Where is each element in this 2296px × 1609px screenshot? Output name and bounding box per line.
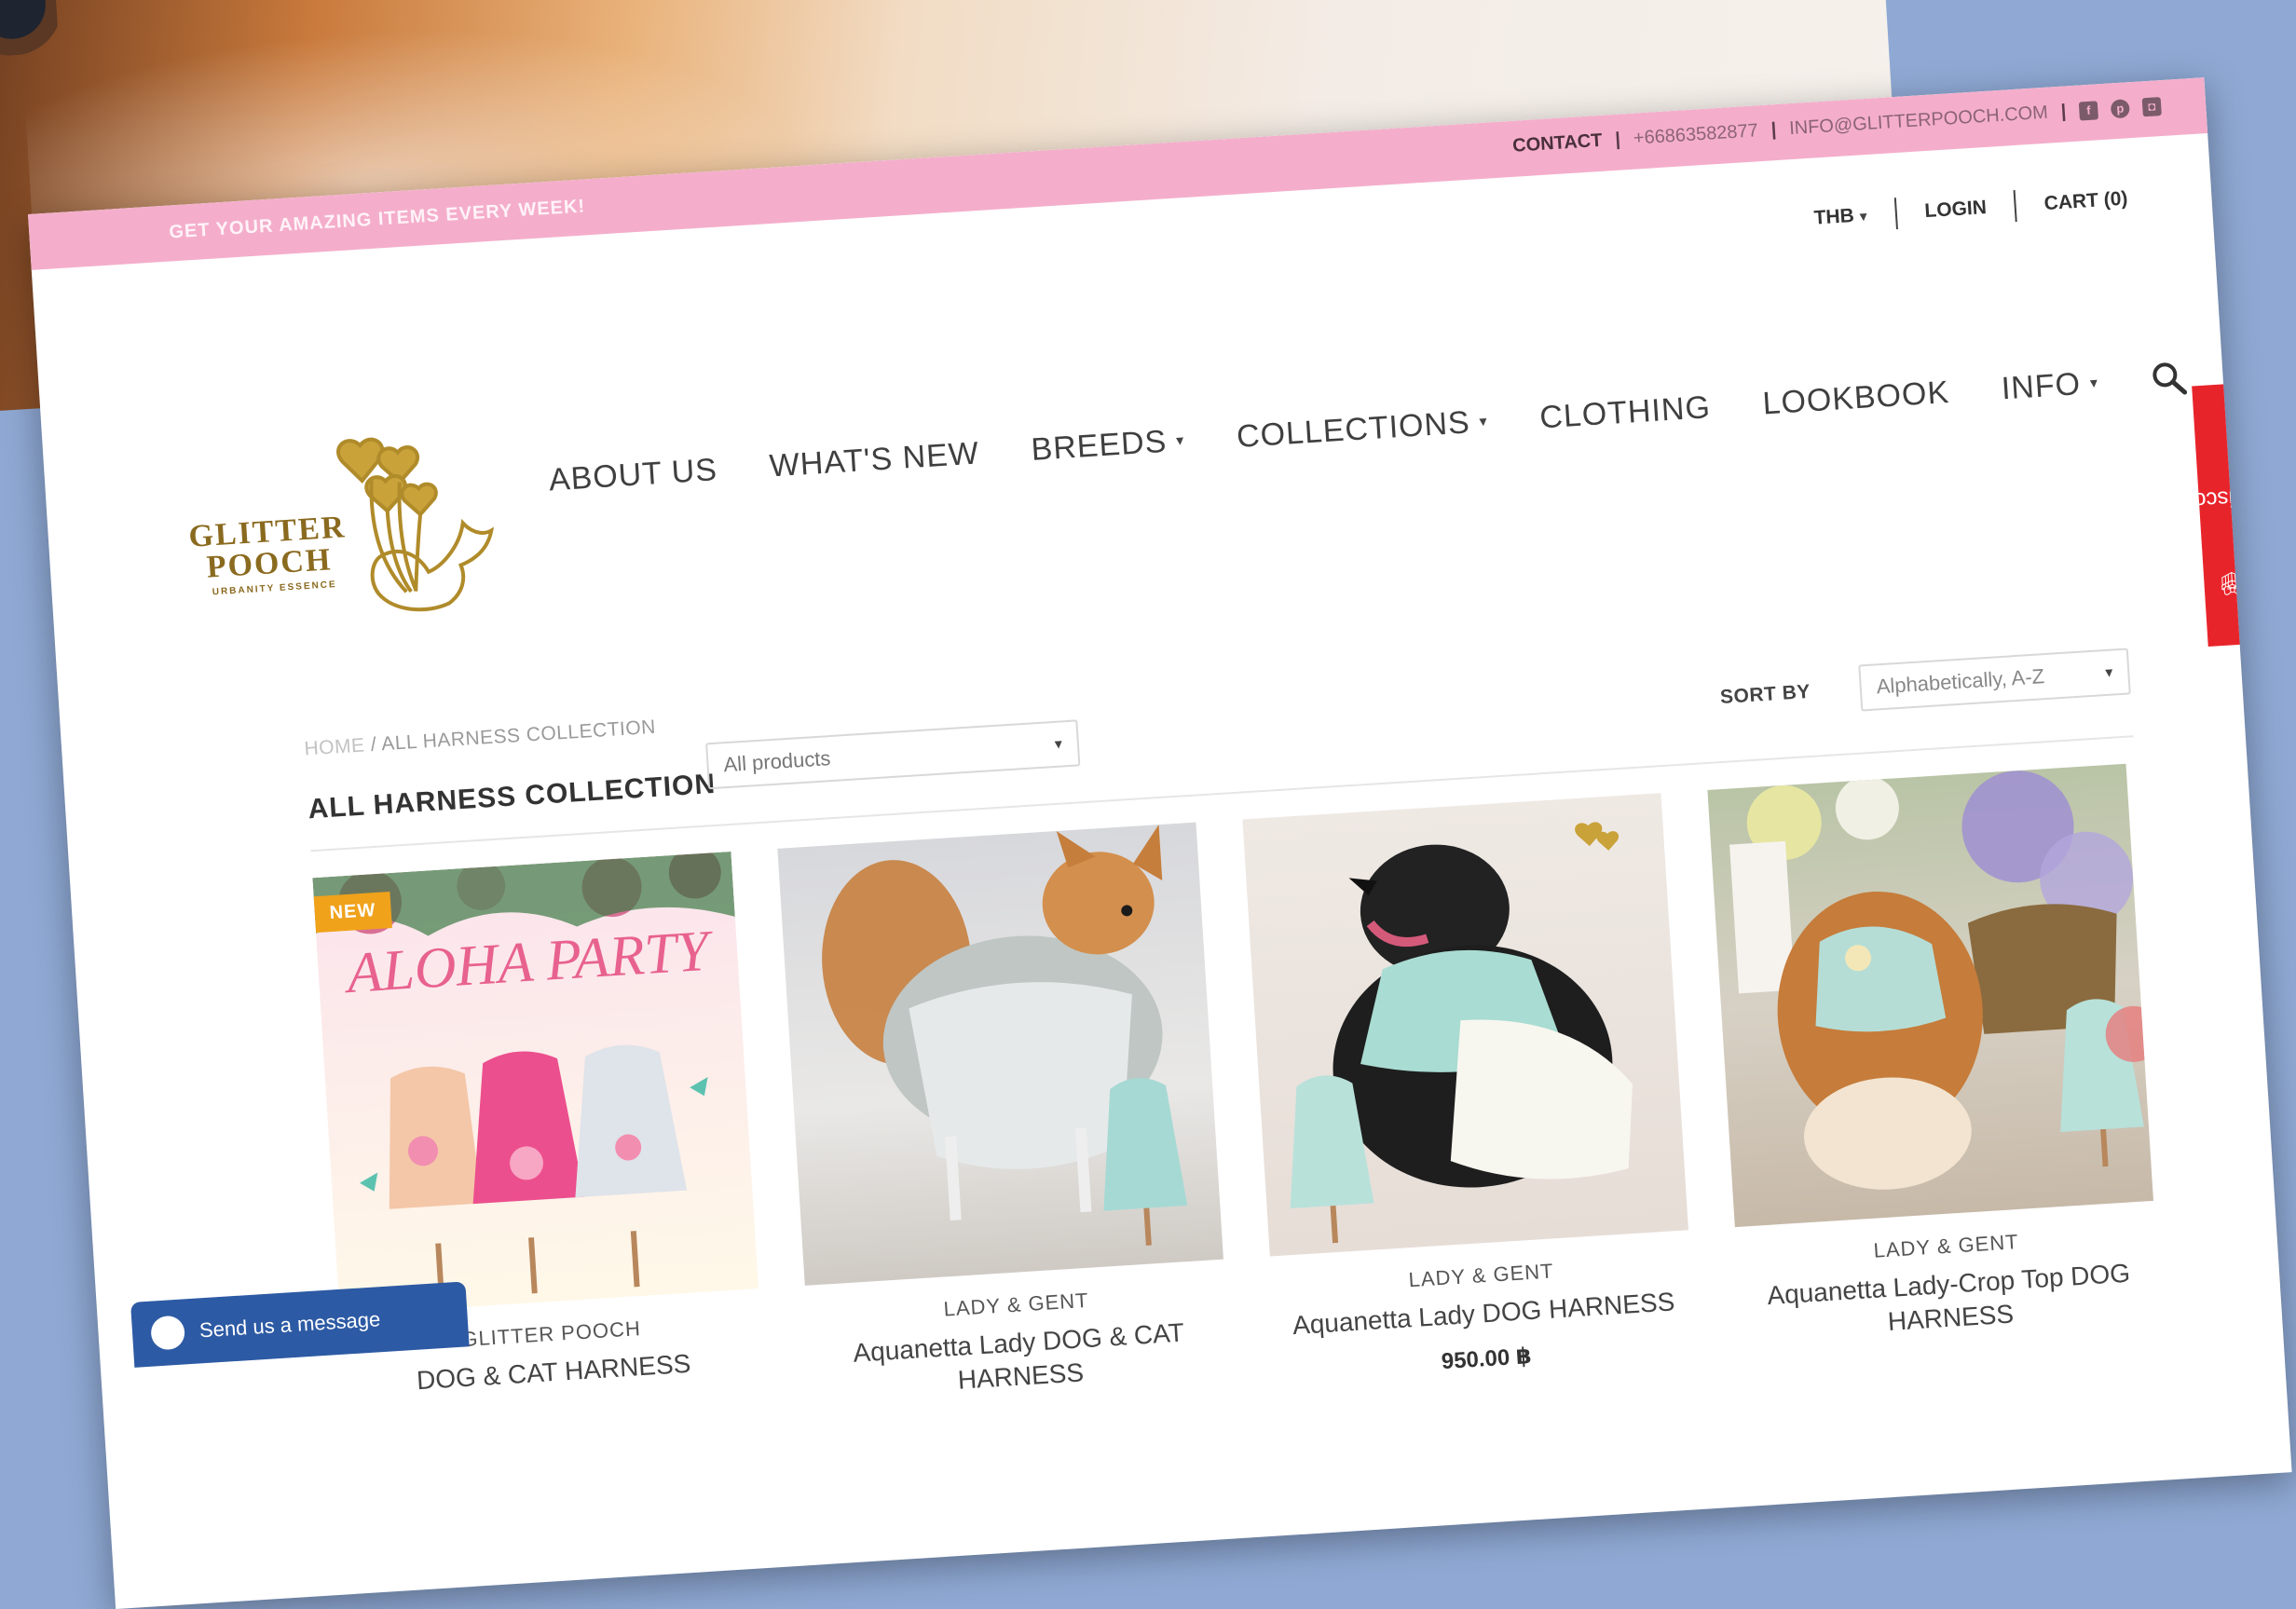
product-image[interactable]: NEW ALOHA PARTY [312, 851, 758, 1316]
pug-photo [1290, 822, 1633, 1244]
chihuahua-photo [822, 825, 1188, 1246]
chat-bubble-icon [150, 1315, 186, 1351]
product-image[interactable] [1242, 793, 1688, 1257]
currency-selector[interactable]: THB ▾ [1813, 204, 1867, 230]
product-card[interactable]: LADY & GENT Aquanetta Lady-Crop Top DOG … [1707, 763, 2162, 1363]
nav-label: CLOTHING [1538, 389, 1712, 436]
nav-label: ABOUT US [547, 451, 719, 498]
sort-label: SORT BY [1719, 680, 1811, 708]
login-link[interactable]: LOGIN [1924, 197, 1988, 223]
chat-label: Send us a message [198, 1307, 381, 1343]
breadcrumb-separator: / [370, 733, 377, 757]
separator: | [1770, 119, 1777, 141]
nav-label: WHAT'S NEW [768, 434, 980, 484]
separator: | [1614, 129, 1621, 150]
breadcrumb-current: ALL HARNESS COLLECTION [380, 716, 657, 756]
product-card[interactable]: NEW ALOHA PARTY GLITTER POOCH DOG & CAT … [312, 851, 767, 1451]
chevron-down-icon: ▾ [1859, 209, 1868, 225]
nav-label: LOOKBOOK [1761, 374, 1951, 421]
promo-text: GET YOUR AMAZING ITEMS EVERY WEEK! [168, 196, 586, 243]
nav-label: INFO [2000, 365, 2083, 406]
get-discount-tab[interactable]: 🎁︎ Get Discount [2162, 382, 2292, 648]
instagram-icon[interactable]: ◘ [2141, 96, 2162, 116]
product-price: 950.00 ฿ [1441, 1343, 1533, 1375]
new-badge: NEW [313, 892, 392, 934]
chevron-down-icon: ▾ [1175, 432, 1185, 450]
contact-link[interactable]: CONTACT [1512, 130, 1604, 157]
divider [2013, 190, 2017, 223]
filter-value: All products [722, 746, 832, 777]
nav-collections[interactable]: COLLECTIONS ▾ [1236, 403, 1489, 456]
gift-icon: 🎁︎ [2217, 568, 2248, 596]
pinterest-icon[interactable]: p [2110, 98, 2130, 118]
nav-clothing[interactable]: CLOTHING [1538, 389, 1712, 436]
product-card[interactable]: LADY & GENT Aquanetta Lady DOG HARNESS 9… [1242, 793, 1697, 1392]
search-icon[interactable] [2150, 359, 2189, 398]
email-link[interactable]: INFO@GLITTERPOOCH.COM [1789, 102, 2049, 140]
artwork-title: ALOHA PARTY [341, 919, 716, 1005]
product-card[interactable]: LADY & GENT Aquanetta Lady DOG & CAT HAR… [777, 822, 1232, 1422]
currency-label: THB [1812, 204, 1855, 229]
website-page: GET YOUR AMAZING ITEMS EVERY WEEK! CONTA… [28, 77, 2292, 1609]
main-nav: ABOUT US WHAT'S NEW BREEDS ▾ COLLECTIONS… [548, 359, 2189, 499]
logo-wordmark[interactable]: GLITTER POOCH [187, 510, 349, 585]
chevron-down-icon: ▾ [2104, 664, 2113, 681]
phone-link[interactable]: +66863582877 [1633, 120, 1758, 149]
separator: | [2060, 101, 2068, 122]
page-title: ALL HARNESS COLLECTION [307, 768, 718, 825]
dog-eye [0, 0, 60, 60]
product-image[interactable] [777, 822, 1223, 1286]
flower-dog-photo [1729, 770, 2153, 1190]
nav-label: COLLECTIONS [1235, 403, 1471, 455]
chevron-down-icon: ▾ [1479, 414, 1489, 430]
sort-select[interactable]: Alphabetically, A-Z ▾ [1858, 648, 2131, 712]
product-name[interactable]: Aquanetta Lady DOG & CAT HARNESS [808, 1314, 1231, 1407]
product-grid: NEW ALOHA PARTY GLITTER POOCH DOG & CAT … [312, 763, 2162, 1451]
nav-info[interactable]: INFO ▾ [2001, 364, 2099, 406]
collection-filter-select[interactable]: All products ▾ [705, 719, 1081, 790]
breadcrumb: HOME / ALL HARNESS COLLECTION [304, 716, 657, 761]
product-image[interactable] [1707, 763, 2153, 1228]
breadcrumb-home[interactable]: HOME [304, 734, 365, 759]
chevron-down-icon: ▾ [1054, 736, 1063, 753]
nav-about-us[interactable]: ABOUT US [548, 452, 718, 498]
cart-link[interactable]: CART (0) [2043, 187, 2128, 215]
nav-whats-new[interactable]: WHAT'S NEW [769, 435, 981, 484]
sort-value: Alphabetically, A-Z [1875, 664, 2045, 699]
nav-breeds[interactable]: BREEDS ▾ [1030, 422, 1185, 468]
chevron-down-icon: ▾ [2089, 375, 2099, 392]
nav-label: BREEDS [1030, 423, 1168, 468]
get-discount-label: Get Discount [2162, 481, 2292, 515]
facebook-icon[interactable]: f [2078, 100, 2098, 121]
utility-row: THB ▾ LOGIN CART (0) [1813, 184, 2129, 235]
product-name[interactable]: Aquanetta Lady-Crop Top DOG HARNESS [1739, 1255, 2162, 1348]
nav-lookbook[interactable]: LOOKBOOK [1761, 374, 1950, 422]
divider [1893, 198, 1898, 230]
